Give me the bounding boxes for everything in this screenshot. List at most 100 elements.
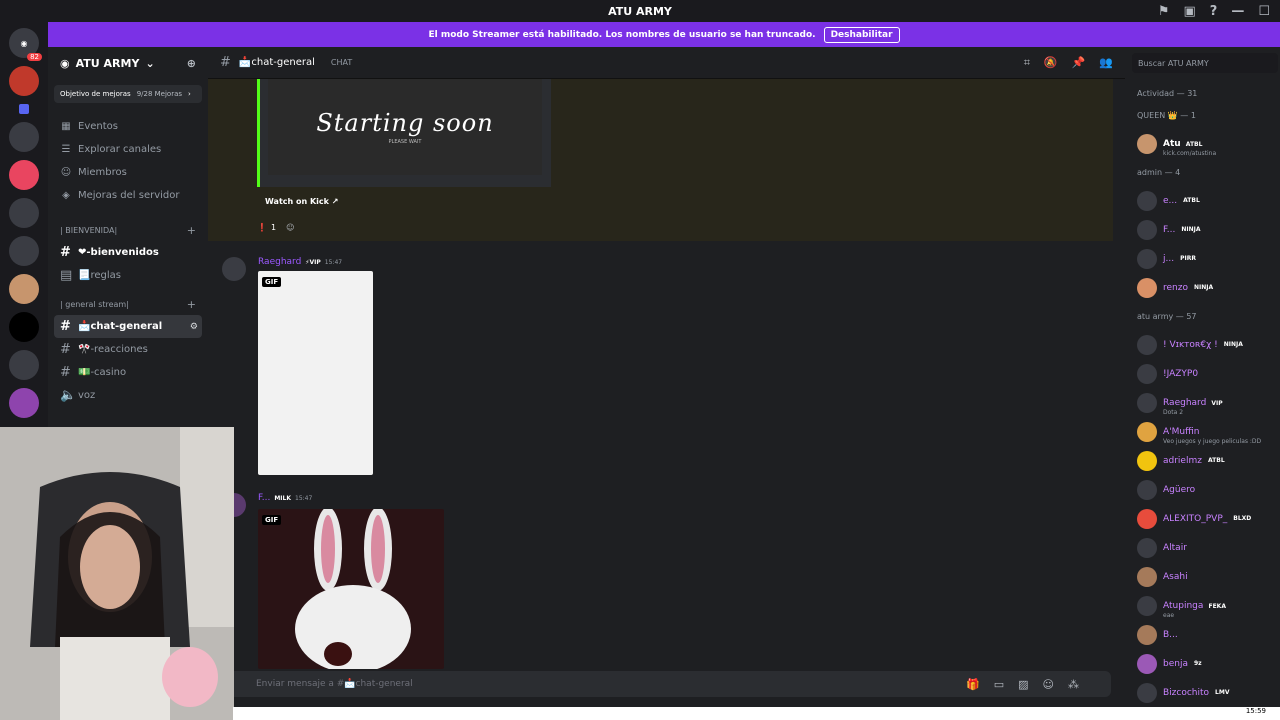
chevron-right-icon: › xyxy=(188,90,191,98)
member-name: Atupinga xyxy=(1163,600,1204,611)
member-name: ALEXITO_PVP_ xyxy=(1163,513,1228,524)
member-item[interactable]: A'Muffin Veo juegos y juego peliculas :DD xyxy=(1125,417,1280,446)
member-item[interactable]: Agüero xyxy=(1125,475,1280,504)
category-header[interactable]: | general stream| + xyxy=(48,293,208,315)
member-item[interactable]: renzo NINJA xyxy=(1125,273,1280,302)
popout-icon[interactable]: ▣ xyxy=(1184,4,1196,19)
dm-home-icon[interactable]: ◉ xyxy=(9,28,42,61)
avatar xyxy=(1137,508,1157,529)
member-item[interactable]: benja 9z xyxy=(1125,649,1280,678)
member-item[interactable]: !JAZYP0 xyxy=(1125,359,1280,388)
member-item[interactable]: B... xyxy=(1125,620,1280,649)
avatar xyxy=(1137,653,1157,674)
member-list-icon[interactable]: 👥 xyxy=(1099,56,1113,70)
gif-attachment[interactable]: GIF xyxy=(258,271,373,475)
disable-streamer-button[interactable]: Deshabilitar xyxy=(823,26,900,43)
minimize-icon[interactable]: — xyxy=(1231,4,1244,19)
server-icon[interactable] xyxy=(9,236,39,266)
add-channel-icon[interactable]: + xyxy=(187,298,196,311)
server-icon[interactable] xyxy=(9,66,39,96)
channel-voz[interactable]: 🔈 voz xyxy=(54,384,202,407)
nav-server-boosts[interactable]: ◈ Mejoras del servidor xyxy=(48,184,208,207)
hash-icon: # xyxy=(60,342,71,357)
add-channel-icon[interactable]: + xyxy=(187,224,196,237)
channel-reglas[interactable]: ▤ 📃reglas xyxy=(54,264,202,287)
guild-icon: ◉ xyxy=(60,56,70,70)
member-name: adrielmz xyxy=(1163,455,1202,466)
member-item[interactable]: j... PIRR xyxy=(1125,244,1280,273)
member-item[interactable]: adrielmz ATBL xyxy=(1125,446,1280,475)
member-tag: NINJA xyxy=(1193,284,1214,291)
pin-icon[interactable]: 📌 xyxy=(1072,56,1086,70)
guild-header[interactable]: ◉ ATU ARMY ⌄ ⊕ xyxy=(48,47,208,79)
nav-browse-channels[interactable]: ☰ Explorar canales xyxy=(48,138,208,161)
invite-icon[interactable]: ⊕ xyxy=(187,57,196,70)
member-tag: BLXD xyxy=(1233,515,1252,522)
nav-events[interactable]: ▦ Eventos xyxy=(48,115,208,138)
watch-link-label: Watch on Kick xyxy=(265,197,329,206)
threads-icon[interactable]: ⌗ xyxy=(1024,56,1030,70)
avatar xyxy=(1137,363,1157,384)
kick-embed[interactable]: Starting soon PLEASE WAIT xyxy=(257,79,551,187)
member-item[interactable]: Altair xyxy=(1125,533,1280,562)
sticker-icon[interactable]: ▨ xyxy=(1018,678,1028,691)
server-icon[interactable] xyxy=(9,388,39,418)
boost-goal[interactable]: Objetivo de mejoras 9/28 Mejoras › xyxy=(54,85,202,103)
message-item: F... MILK 15:47 GIF xyxy=(208,485,1113,673)
channel-casino[interactable]: # 💵-casino xyxy=(54,361,202,384)
reaction-pill[interactable]: ❗ 1 ☺ xyxy=(257,219,294,235)
mute-icon[interactable]: 🔕 xyxy=(1044,56,1058,70)
channel-reacciones[interactable]: # 🎌-reacciones xyxy=(54,338,202,361)
bunny-image xyxy=(295,509,411,669)
avatar[interactable] xyxy=(222,257,246,281)
member-item[interactable]: Asahi xyxy=(1125,562,1280,591)
server-icon[interactable] xyxy=(9,122,39,152)
kick-wait-text: PLEASE WAIT xyxy=(388,139,422,145)
hash-icon: # xyxy=(220,55,231,70)
channel-chat-general[interactable]: # 📩chat-general ⚙ xyxy=(54,315,202,338)
gift-icon[interactable]: 🎁 xyxy=(966,678,980,691)
member-item[interactable]: Atu ATBL kick.com/atustina xyxy=(1125,129,1280,158)
avatar xyxy=(1137,277,1157,298)
member-item[interactable]: Bizcochito LMV xyxy=(1125,678,1280,707)
member-item[interactable]: Raeghard VIP Dota 2 xyxy=(1125,388,1280,417)
help-icon[interactable]: ? xyxy=(1210,4,1218,19)
search-input[interactable]: Buscar ATU ARMY xyxy=(1132,53,1278,73)
folder-icon[interactable] xyxy=(19,104,29,114)
nav-members[interactable]: ☺ Miembros xyxy=(48,161,208,184)
server-icon[interactable] xyxy=(9,274,39,304)
member-tag: ATBL xyxy=(1185,140,1203,148)
message-author[interactable]: Raeghard xyxy=(258,257,301,267)
channel-bienvenidos[interactable]: # ❤-bienvenidos xyxy=(54,241,202,264)
member-item[interactable]: F... NINJA xyxy=(1125,215,1280,244)
member-item[interactable]: e... ATBL xyxy=(1125,186,1280,215)
member-item[interactable]: ! Vɪᴋᴛᴏʀ€χ ! NINJA xyxy=(1125,330,1280,359)
member-status: kick.com/atustina xyxy=(1163,149,1217,157)
add-reaction-icon[interactable]: ☺ xyxy=(286,223,294,232)
server-icon[interactable] xyxy=(9,160,39,190)
message-author[interactable]: F... xyxy=(258,493,270,503)
message-time: 15:47 xyxy=(295,494,313,502)
member-item[interactable]: Atupinga FEKA eae xyxy=(1125,591,1280,620)
member-status: eae xyxy=(1163,611,1175,619)
gif-attachment[interactable]: GIF xyxy=(258,509,444,669)
avatar xyxy=(1137,682,1157,703)
inbox-icon[interactable]: ⚑ xyxy=(1158,4,1170,19)
server-icon[interactable] xyxy=(9,312,39,342)
server-icon[interactable] xyxy=(9,198,39,228)
emoji-icon[interactable]: ☺ xyxy=(1043,678,1054,691)
member-tag: LMV xyxy=(1215,689,1230,696)
gif-icon[interactable]: ▭ xyxy=(994,678,1004,691)
user-tag: MILK xyxy=(274,494,292,502)
category-header[interactable]: | BIENVENIDA| + xyxy=(48,219,208,241)
member-name: A'Muffin xyxy=(1163,426,1200,437)
channel-label: 📃reglas xyxy=(78,270,121,281)
channel-settings-icon[interactable]: ⚙ xyxy=(190,322,202,332)
message-composer[interactable]: Enviar mensaje a #📩chat-general 🎁 ▭ ▨ ☺ … xyxy=(224,671,1111,697)
server-icon[interactable] xyxy=(9,350,39,380)
apps-icon[interactable]: ⁂ xyxy=(1068,678,1079,691)
watch-on-kick-link[interactable]: Watch on Kick ↗ xyxy=(265,197,338,206)
kick-thumbnail[interactable]: Starting soon PLEASE WAIT xyxy=(268,79,542,175)
member-item[interactable]: ALEXITO_PVP_ BLXD xyxy=(1125,504,1280,533)
maximize-icon[interactable]: ☐ xyxy=(1258,4,1270,19)
